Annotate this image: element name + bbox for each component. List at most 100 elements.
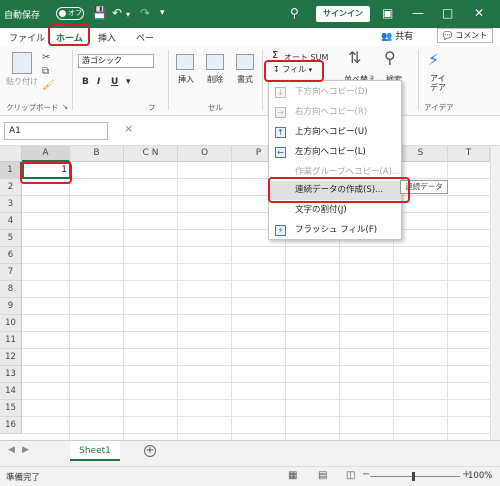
tab-file[interactable]: ファイル <box>9 31 45 44</box>
column-header[interactable]: O <box>178 146 232 162</box>
clipboard-launcher-icon[interactable]: ↘ <box>62 102 68 111</box>
clipboard-group-label: クリップボード <box>6 103 59 112</box>
undo-icon[interactable]: ↶ <box>112 6 122 20</box>
menu-item-label: 作業グループへコピー(A)... <box>295 167 401 177</box>
annotation-cell-a1 <box>20 162 72 184</box>
undo-dropdown-icon[interactable]: ▾ <box>126 10 130 19</box>
close-icon[interactable]: ✕ <box>474 6 484 20</box>
menu-item-icon: ↑ <box>275 127 286 138</box>
tab-insert[interactable]: 挿入 <box>98 31 116 44</box>
paste-icon[interactable] <box>12 52 32 74</box>
column-header[interactable]: T <box>448 146 490 162</box>
annotation-fill-button <box>264 60 324 82</box>
comment-button[interactable]: 💬 コメント <box>437 28 493 43</box>
copy-icon[interactable]: ⧉ <box>42 66 49 77</box>
autosave-toggle[interactable]: オフ <box>56 7 84 20</box>
fill-menu-item[interactable]: 文字の割付(J) <box>269 201 401 220</box>
column-header[interactable]: C N <box>124 146 178 162</box>
toggle-state: オフ <box>68 9 82 17</box>
row-header[interactable]: 3 <box>0 196 22 213</box>
cut-icon[interactable]: ✂ <box>42 52 50 63</box>
ideas-group-label: アイデア <box>424 103 454 112</box>
ideas-label[interactable]: アイ デア <box>430 74 446 92</box>
fill-menu-item[interactable]: ← 左方向へコピー(L) <box>269 143 401 162</box>
ribbon-display-icon[interactable]: ▣ <box>382 6 393 20</box>
find-select-icon[interactable]: ⚲ <box>384 48 396 67</box>
fill-menu-item[interactable]: ↑ 上方向へコピー(U) <box>269 123 401 142</box>
delete-label[interactable]: 削除 <box>207 74 223 85</box>
scroll-sheets-right-icon[interactable]: ▶ <box>22 445 29 455</box>
row-header[interactable]: 7 <box>0 264 22 281</box>
page-break-view-icon[interactable]: ◫ <box>346 470 355 481</box>
zoom-slider[interactable] <box>370 476 460 477</box>
fill-menu-item[interactable]: ↓ 下方向へコピー(D) <box>269 83 401 102</box>
column-header[interactable]: B <box>70 146 124 162</box>
signin-button[interactable]: サインイン <box>316 6 370 22</box>
ideas-icon[interactable]: ⚡ <box>428 50 439 69</box>
zoom-level[interactable]: 100% <box>468 471 492 481</box>
quick-access-menu-icon[interactable]: ▾ <box>160 8 165 18</box>
ribbon-body: 貼り付け ✂ ⧉ 🖌 クリップボード ↘ 游ゴシック B I U ▾ フ 挿入 … <box>0 46 500 116</box>
row-header[interactable]: 4 <box>0 213 22 230</box>
minimize-icon[interactable]: — <box>412 6 424 20</box>
redo-icon[interactable]: ↷ <box>140 6 150 20</box>
cancel-formula-icon[interactable]: × <box>124 122 133 135</box>
menu-item-label: 上方向へコピー(U) <box>295 127 368 137</box>
cell-area[interactable] <box>22 162 490 440</box>
column-header[interactable]: A <box>22 146 70 162</box>
name-box[interactable]: A1 <box>4 122 108 140</box>
sheet-tab-sheet1[interactable]: Sheet1 <box>70 441 120 461</box>
formula-bar: A1 × <box>0 116 500 146</box>
row-header[interactable]: 10 <box>0 315 22 332</box>
row-header[interactable]: 1 <box>0 162 22 179</box>
row-header[interactable]: 15 <box>0 400 22 417</box>
row-header[interactable]: 12 <box>0 349 22 366</box>
page-layout-view-icon[interactable]: ▤ <box>318 470 327 481</box>
save-icon[interactable]: 💾 <box>92 6 107 20</box>
bold-button[interactable]: B <box>82 77 89 87</box>
row-header[interactable]: 6 <box>0 247 22 264</box>
row-header[interactable]: 8 <box>0 281 22 298</box>
row-header[interactable]: 2 <box>0 179 22 196</box>
fill-menu-item[interactable]: ⚡ フラッシュ フィル(F) <box>269 221 401 240</box>
cells-group-label: セル <box>208 103 223 112</box>
sort-filter-icon[interactable]: ⇅ <box>348 48 361 67</box>
row-header[interactable]: 9 <box>0 298 22 315</box>
annotation-home-tab <box>48 24 90 46</box>
row-header[interactable]: 16 <box>0 417 22 434</box>
underline-dropdown-icon[interactable]: ▾ <box>126 77 131 87</box>
format-painter-icon[interactable]: 🖌 <box>42 80 55 91</box>
format-cells-icon[interactable] <box>236 54 254 70</box>
separator <box>262 50 263 110</box>
row-header[interactable]: 11 <box>0 332 22 349</box>
row-header[interactable]: 5 <box>0 230 22 247</box>
underline-button[interactable]: U <box>111 77 118 87</box>
tab-page[interactable]: ペー <box>136 31 154 44</box>
format-label[interactable]: 書式 <box>237 74 253 85</box>
select-all-corner[interactable] <box>0 146 22 162</box>
search-icon[interactable]: ⚲ <box>290 6 299 20</box>
zoom-slider-thumb[interactable] <box>412 472 415 481</box>
fill-menu-item[interactable]: → 右方向へコピー(R) <box>269 103 401 122</box>
row-header[interactable]: 13 <box>0 366 22 383</box>
menu-item-label: 下方向へコピー(D) <box>295 87 368 97</box>
insert-cells-icon[interactable] <box>176 54 194 70</box>
status-ready: 準備完了 <box>6 473 41 483</box>
add-sheet-icon[interactable]: + <box>144 445 156 457</box>
scroll-sheets-left-icon[interactable]: ◀ <box>8 445 15 455</box>
normal-view-icon[interactable]: ▦ <box>288 470 297 481</box>
share-button[interactable]: 👥 共有 <box>381 29 413 42</box>
zoom-out-icon[interactable]: − <box>362 469 370 480</box>
column-header[interactable]: S <box>394 146 448 162</box>
comment-label: コメント <box>455 31 488 40</box>
delete-cells-icon[interactable] <box>206 54 224 70</box>
font-group-label: フ <box>148 103 156 112</box>
font-name-box[interactable]: 游ゴシック <box>78 54 154 68</box>
fill-dropdown-menu: ↓ 下方向へコピー(D) → 右方向へコピー(R) ↑ 上方向へコピー(U) ← 左方向へコピ… <box>268 80 402 240</box>
italic-button[interactable]: I <box>97 77 100 87</box>
restore-icon[interactable]: □ <box>442 6 453 20</box>
menu-item-label: 左方向へコピー(L) <box>295 147 366 157</box>
vertical-scrollbar[interactable] <box>490 146 500 440</box>
insert-label[interactable]: 挿入 <box>178 74 194 85</box>
row-header[interactable]: 14 <box>0 383 22 400</box>
